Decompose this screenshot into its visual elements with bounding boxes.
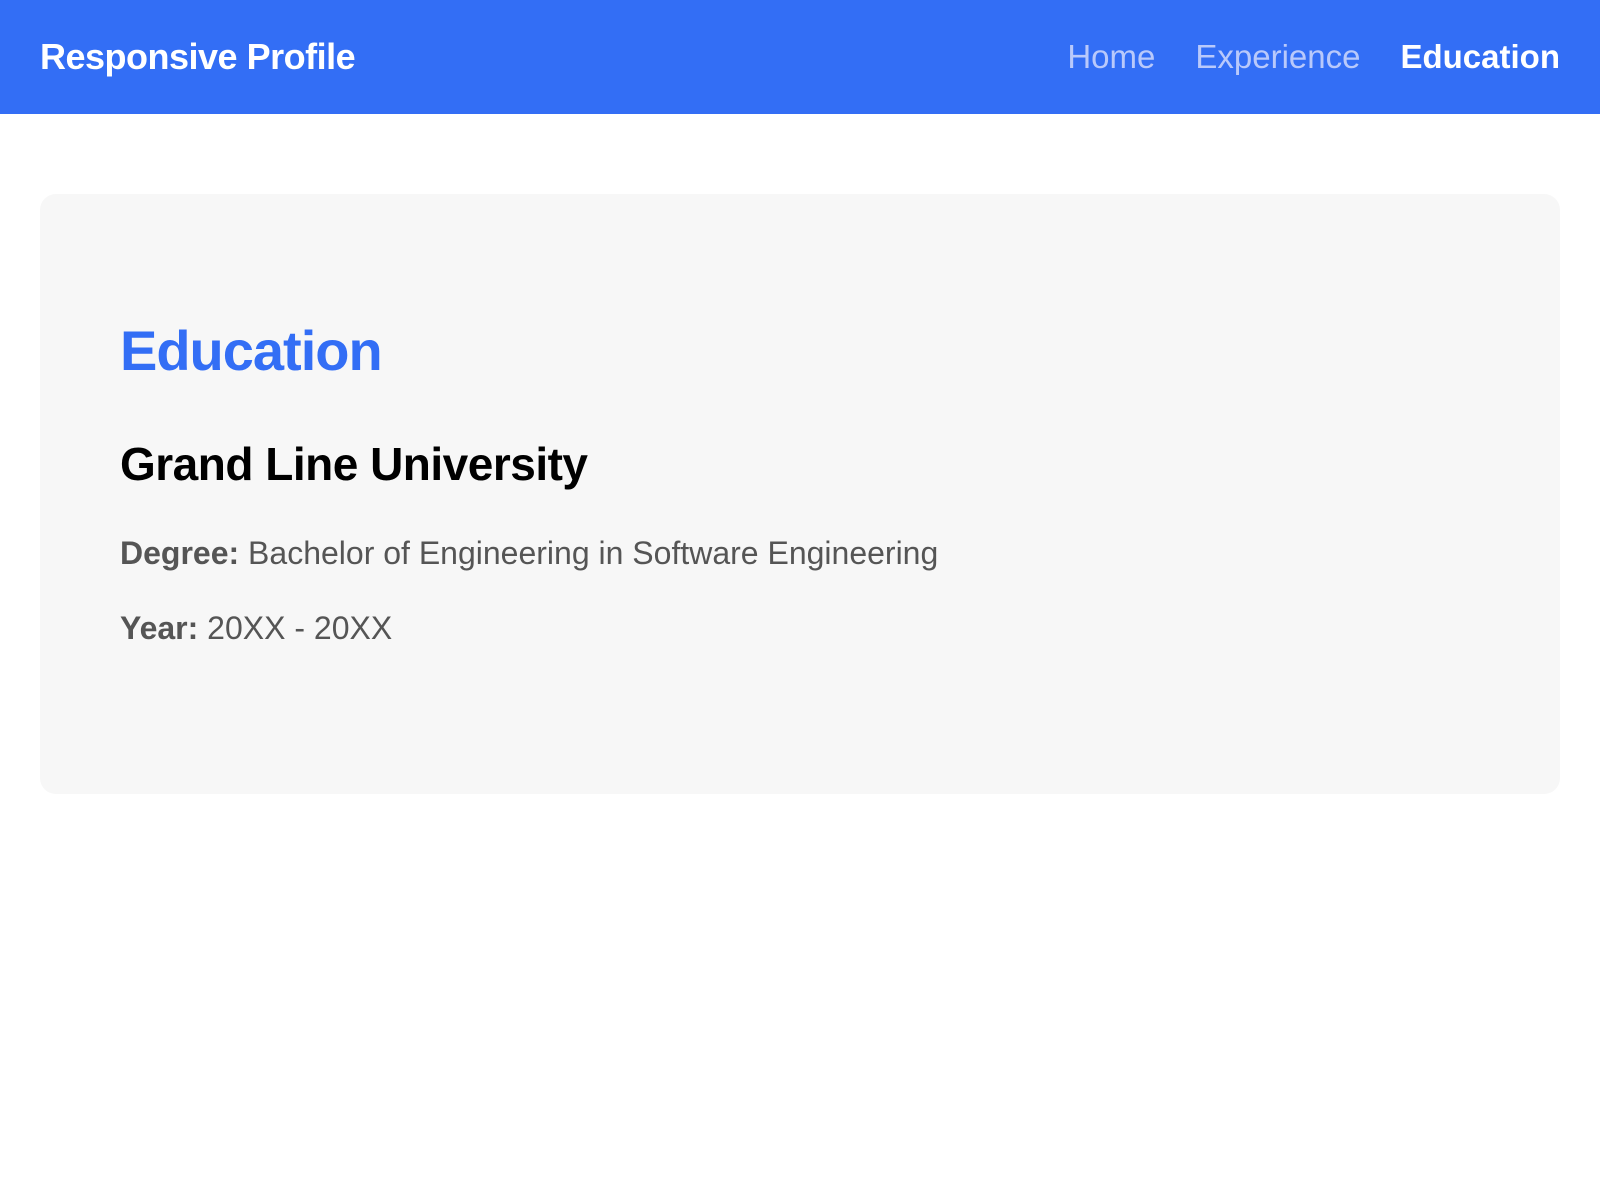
- year-label: Year:: [120, 610, 199, 646]
- school-name: Grand Line University: [120, 438, 588, 490]
- education-card: Education Grand Line University Degree: …: [40, 194, 1560, 794]
- degree-line: Degree: Bachelor of Engineering in Softw…: [120, 535, 1480, 572]
- header: Responsive Profile Home Experience Educa…: [0, 0, 1600, 114]
- nav: Home Experience Education: [1067, 38, 1560, 76]
- year-value: 20XX - 20XX: [207, 610, 393, 646]
- brand-title: Responsive Profile: [40, 36, 356, 77]
- year-line: Year: 20XX - 20XX: [120, 610, 1480, 647]
- nav-experience[interactable]: Experience: [1195, 38, 1360, 76]
- nav-education[interactable]: Education: [1400, 38, 1560, 76]
- section-title: Education: [120, 319, 383, 382]
- degree-label: Degree:: [120, 535, 240, 571]
- nav-home[interactable]: Home: [1067, 38, 1155, 76]
- degree-value: Bachelor of Engineering in Software Engi…: [248, 535, 939, 571]
